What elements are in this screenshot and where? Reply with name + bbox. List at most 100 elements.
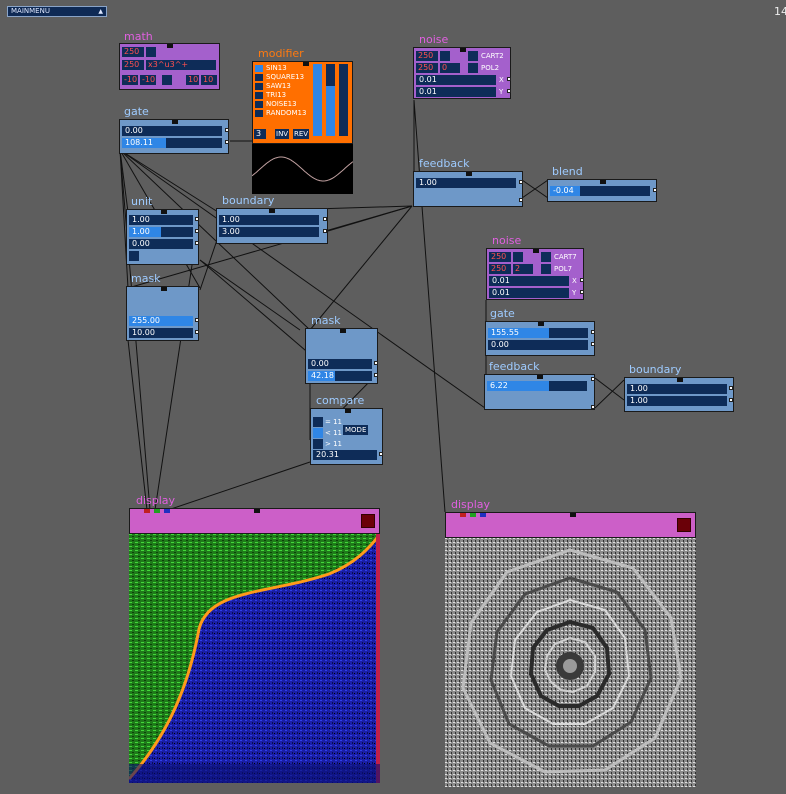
math-param-a[interactable]: 250 [122, 47, 144, 57]
unit-toggle[interactable] [129, 251, 139, 261]
noise2-param-b[interactable]: 250 [489, 264, 511, 274]
modifier-bar-3[interactable] [339, 64, 348, 136]
gate1-outlet-1[interactable] [225, 128, 229, 132]
noise1-outlet-y[interactable] [507, 89, 511, 93]
noise1-param-b[interactable]: 250 [416, 63, 438, 73]
math-min-y[interactable]: -10 [140, 75, 156, 85]
display1-inlet-r[interactable] [144, 509, 150, 513]
compare-outlet[interactable] [379, 452, 383, 456]
gate2-outlet-2[interactable] [591, 342, 595, 346]
mask1-slider-2[interactable]: 10.00 [129, 328, 193, 338]
gate-node-1[interactable]: 0.00 108.11 [119, 119, 229, 154]
modifier-num[interactable]: 3 [254, 129, 266, 139]
noise1-pol-toggle[interactable] [468, 63, 478, 73]
noise-node-1[interactable]: 250 250 0 CART2 POL2 0.01 X 0.01 Y [413, 47, 511, 99]
waveform-item[interactable]: SIN13 [255, 64, 311, 73]
noise1-y-slider[interactable]: 0.01 [416, 87, 496, 97]
noise-node-2[interactable]: 250 250 2 CART7 POL7 0.01 X 0.01 Y [486, 248, 584, 300]
math-min-x[interactable]: -10 [122, 75, 138, 85]
feedback1-outlet-1[interactable] [519, 180, 523, 184]
gate2-threshold-slider[interactable]: 155.55 [488, 328, 588, 338]
mask1-outlet-1[interactable] [195, 318, 199, 322]
math-max-x[interactable]: 10 [186, 75, 199, 85]
math-node[interactable]: 250 250 x3^u3^+ -10 -10 10 10 [119, 43, 220, 90]
waveform-checkbox[interactable] [255, 65, 263, 72]
blend-amount-slider[interactable]: -0.04 [550, 186, 650, 196]
gate1-outlet-2[interactable] [225, 140, 229, 144]
noise1-x-slider[interactable]: 0.01 [416, 75, 496, 85]
boundary2-outlet-2[interactable] [729, 398, 733, 402]
noise2-outlet-y[interactable] [580, 290, 584, 294]
feedback1-inlet[interactable] [466, 172, 472, 176]
feedback2-outlet-2[interactable] [591, 405, 595, 409]
gate1-threshold-slider[interactable]: 0.00 [122, 126, 222, 136]
display-node-1[interactable] [129, 508, 380, 534]
noise2-inlet[interactable] [533, 249, 539, 253]
noise2-outlet-x[interactable] [580, 278, 584, 282]
mask-node-1[interactable]: 255.00 10.00 [126, 286, 199, 341]
mask1-slider-1[interactable]: 255.00 [129, 316, 193, 326]
mask2-slider-2[interactable]: 42.18 [308, 371, 372, 381]
unit-inlet[interactable] [161, 210, 167, 214]
noise2-cart-toggle[interactable] [541, 252, 551, 262]
modifier-bar-2[interactable] [326, 64, 335, 136]
gate1-inlet[interactable] [172, 120, 178, 124]
feedback2-amount-slider[interactable]: 6.22 [487, 381, 587, 391]
blend-outlet[interactable] [653, 188, 657, 192]
modifier-bar-1[interactable] [313, 64, 322, 136]
unit-node[interactable]: 1.00 1.00 0.00 [126, 209, 199, 265]
waveform-item[interactable]: TRI13 [255, 91, 311, 100]
gate2-outlet-1[interactable] [591, 330, 595, 334]
unit-outlet-3[interactable] [195, 241, 199, 245]
waveform-item[interactable]: NOISE13 [255, 100, 311, 109]
mask2-outlet-1[interactable] [374, 361, 378, 365]
mask1-outlet-2[interactable] [195, 330, 199, 334]
gate2-inlet[interactable] [538, 322, 544, 326]
math-toggle[interactable] [146, 47, 156, 57]
mask2-slider-1[interactable]: 0.00 [308, 359, 372, 369]
display2-inlet-b[interactable] [480, 513, 486, 517]
display1-inlet-b[interactable] [164, 509, 170, 513]
waveform-checkbox[interactable] [255, 74, 263, 81]
gate1-value-slider[interactable]: 108.11 [122, 138, 222, 148]
compare-node[interactable]: = 11 < 11 > 11 MODE 20.31 [310, 408, 383, 465]
display2-inlet[interactable] [570, 513, 576, 517]
boundary1-outlet-1[interactable] [323, 217, 327, 221]
display2-close-icon[interactable] [677, 518, 691, 532]
waveform-checkbox[interactable] [255, 83, 263, 90]
waveform-list[interactable]: SIN13 SQUARE13 SAW13 TRI13 NOISE13 RANDOM13 [255, 64, 311, 118]
compare-value-slider[interactable]: 20.31 [313, 450, 377, 460]
feedback-node-1[interactable]: 1.00 [413, 171, 523, 207]
compare-eq-toggle[interactable] [313, 417, 323, 427]
boundary1-slider-2[interactable]: 3.00 [219, 227, 319, 237]
noise1-param-c[interactable]: 0 [440, 63, 460, 73]
waveform-checkbox[interactable] [255, 101, 263, 108]
noise2-param-a[interactable]: 250 [489, 252, 511, 262]
mask1-inlet[interactable] [161, 287, 167, 291]
mask2-inlet[interactable] [340, 329, 346, 333]
display2-inlet-r[interactable] [460, 513, 466, 517]
blend-node[interactable]: -0.04 [547, 179, 657, 202]
noise2-toggle[interactable] [513, 252, 523, 262]
compare-mode-button[interactable]: MODE [343, 425, 369, 435]
noise1-param-a[interactable]: 250 [416, 51, 438, 61]
unit-slider-2[interactable]: 1.00 [129, 227, 193, 237]
waveform-item[interactable]: RANDOM13 [255, 109, 311, 118]
mask-node-2[interactable]: 0.00 42.18 [305, 328, 378, 384]
boundary-node-1[interactable]: 1.00 3.00 [216, 208, 328, 244]
compare-gt-toggle[interactable] [313, 439, 323, 449]
math-max-y[interactable]: 10 [201, 75, 217, 85]
math-inlet[interactable] [167, 44, 173, 48]
feedback2-inlet[interactable] [537, 375, 543, 379]
unit-slider-3[interactable]: 0.00 [129, 239, 193, 249]
display1-inlet[interactable] [254, 509, 260, 513]
waveform-checkbox[interactable] [255, 110, 263, 117]
boundary2-inlet[interactable] [677, 378, 683, 382]
boundary-node-2[interactable]: 1.00 1.00 [624, 377, 734, 412]
noise2-param-c[interactable]: 2 [513, 264, 533, 274]
math-toggle-2[interactable] [162, 75, 172, 85]
noise2-pol-toggle[interactable] [541, 264, 551, 274]
noise1-outlet-x[interactable] [507, 77, 511, 81]
compare-inlet[interactable] [345, 409, 351, 413]
feedback-node-2[interactable]: 6.22 [484, 374, 595, 410]
